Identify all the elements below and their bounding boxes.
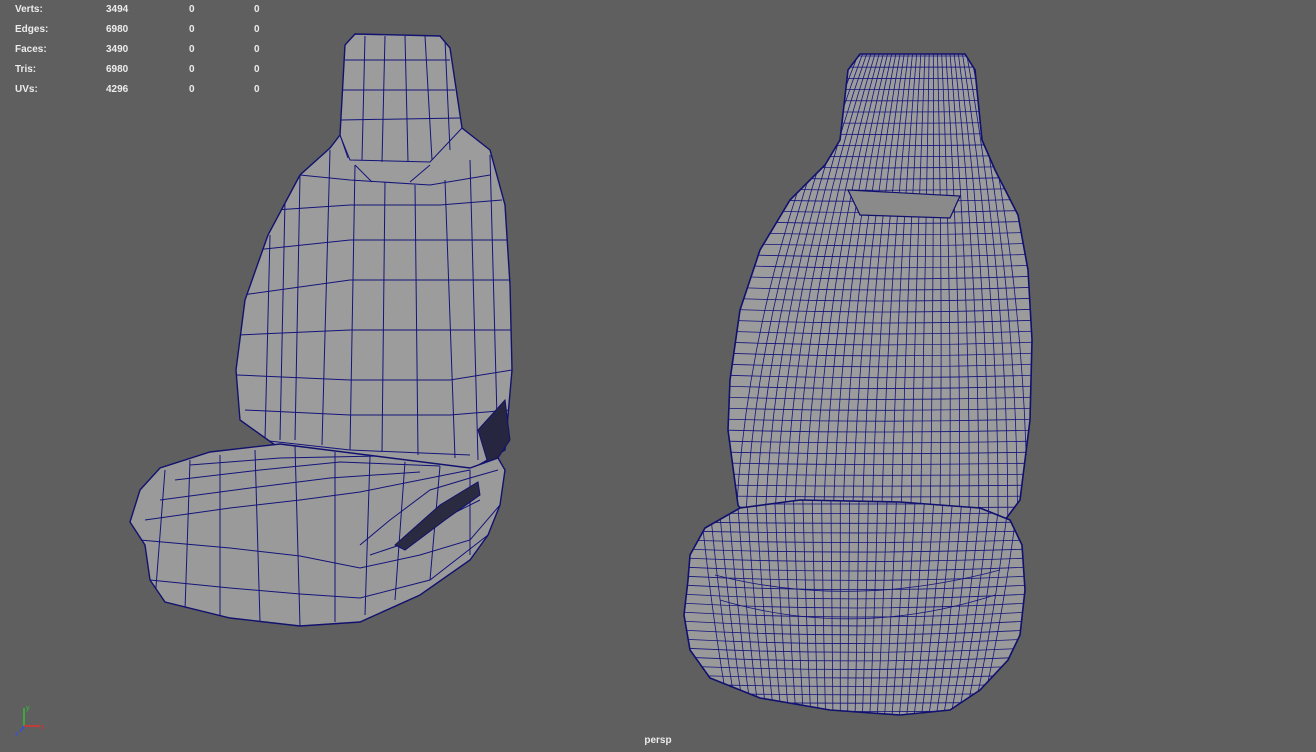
low-seat-back-surface bbox=[235, 33, 513, 471]
3d-viewport[interactable]: Verts: 3494 0 0 Edges: 6980 0 0 Faces: 3… bbox=[0, 0, 1316, 752]
axis-y-label: y bbox=[26, 705, 30, 712]
low-seat-cushion-surface bbox=[129, 443, 506, 627]
axis-z-line bbox=[19, 725, 25, 733]
high-seat-back-surface bbox=[727, 53, 1033, 541]
low-poly-seat[interactable] bbox=[129, 33, 513, 627]
camera-name-label: persp bbox=[644, 735, 672, 746]
high-poly-seat[interactable] bbox=[680, 53, 1040, 718]
scene-meshes[interactable] bbox=[0, 0, 1316, 752]
axis-gizmo: y x z bbox=[15, 705, 45, 738]
axis-x-label: x bbox=[41, 724, 45, 731]
